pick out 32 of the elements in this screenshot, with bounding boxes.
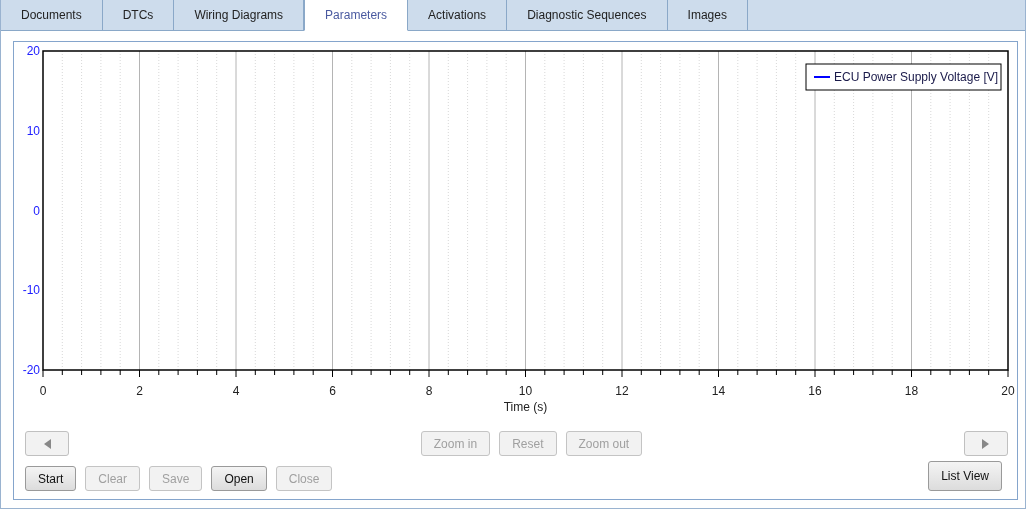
tab[interactable]: Documents [1,0,103,31]
scroll-left-button[interactable] [25,431,69,456]
right-triangle-icon [982,438,990,449]
x-tick-label: 0 [39,384,47,398]
x-tick-label: 8 [425,384,433,398]
record-button[interactable]: Open [211,466,267,491]
left-triangle-icon [43,438,51,449]
y-tick-label: 20 [26,44,40,58]
tab[interactable]: Wiring Diagrams [174,0,305,31]
x-tick-label: 2 [136,384,143,398]
tab[interactable]: Images [667,0,748,31]
tab[interactable]: Parameters [304,0,409,31]
x-tick-label: 10 [518,384,533,398]
tab[interactable]: DTCs [102,0,175,31]
x-tick-label: 20 [1001,384,1015,398]
x-tick-label: 18 [904,384,919,398]
x-tick-label: 6 [329,384,336,398]
x-axis-title: Time (s) [503,400,548,414]
y-tick-label: -10 [22,283,40,298]
y-tick-label: 10 [26,123,40,138]
record-button[interactable]: Start [25,466,77,491]
tab[interactable]: Activations [408,0,508,31]
x-tick-label: 4 [232,384,240,398]
x-tick-label: 14 [711,384,726,398]
scroll-right-button[interactable] [964,431,1008,456]
legend-label: ECU Power Supply Voltage [V] [834,70,999,84]
tab[interactable]: Diagnostic Sequences [507,0,668,31]
y-tick-label: 0 [33,203,40,218]
list-view-button[interactable]: List View [928,461,1002,491]
y-tick-label: -20 [22,363,40,377]
x-tick-label: 16 [808,384,822,398]
x-tick-label: 12 [615,384,629,398]
